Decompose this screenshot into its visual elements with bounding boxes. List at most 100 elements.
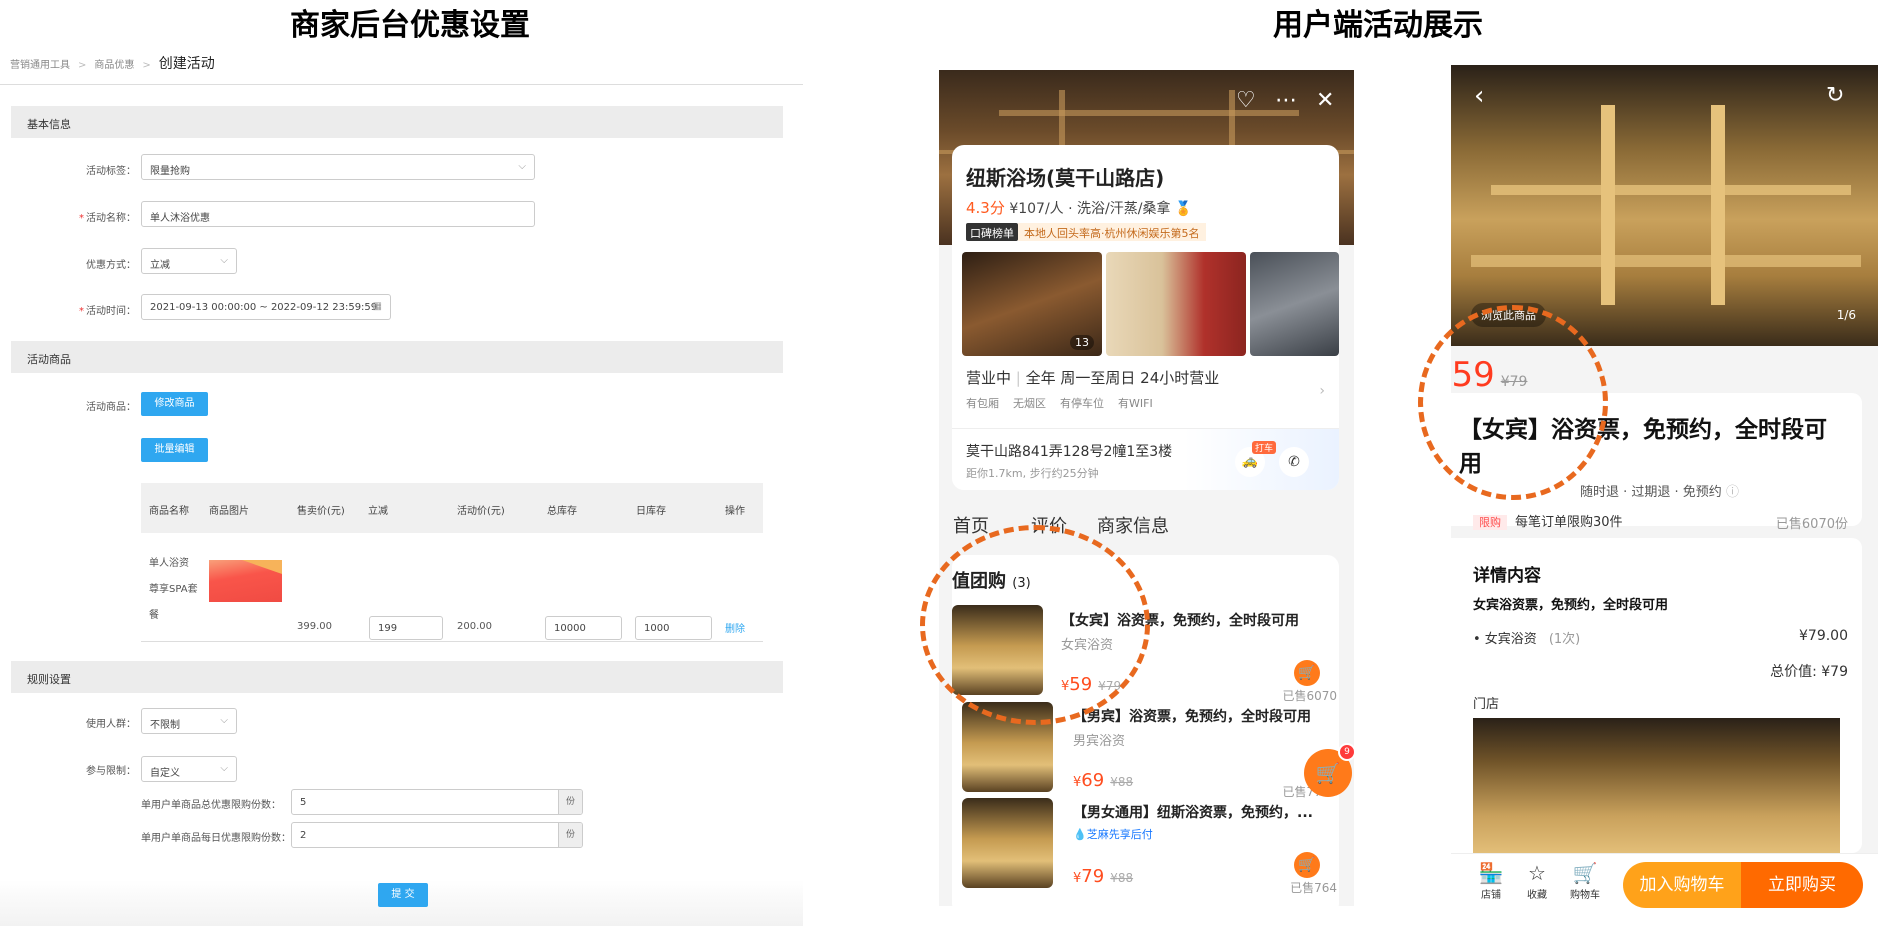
taxi-badge: 打车 xyxy=(1252,441,1277,454)
deal-price: ¥69 ¥88 xyxy=(1073,770,1134,791)
limit-select[interactable]: 自定义 ⌵ xyxy=(141,756,237,782)
audience-select[interactable]: 不限制 ⌵ xyxy=(141,708,237,734)
section-rules: 规则设置 xyxy=(11,661,783,693)
time-label: * 活动时间： xyxy=(79,306,136,317)
section-title: 基本信息 xyxy=(27,118,71,131)
calendar-icon: ▦ xyxy=(372,301,382,312)
unit-suffix: 份 xyxy=(558,823,582,847)
activity-time-range[interactable]: 2021-09-13 00:00:00 ~ 2022-09-12 23:59:5… xyxy=(141,294,391,320)
detail-total: 总价值: ¥79 xyxy=(1770,664,1848,680)
chevron-right-icon[interactable]: › xyxy=(1319,383,1325,399)
breadcrumb-item[interactable]: 商品优惠 xyxy=(94,60,134,71)
deal-image[interactable] xyxy=(962,798,1053,888)
rating-line: 4.3分 ¥107/人 · 洗浴/汗蒸/桑拿 🏅 xyxy=(966,199,1193,217)
table-header: 商品图片 xyxy=(209,506,249,517)
total-stock-input[interactable]: 10000 xyxy=(545,616,622,640)
store-photo[interactable] xyxy=(1106,252,1246,356)
section-basic-info: 基本信息 xyxy=(11,106,783,138)
table-header: 总库存 xyxy=(547,506,577,517)
table-header: 日库存 xyxy=(636,506,666,517)
deal-name[interactable]: 【男宾】浴资票，免预约，全时段可用 xyxy=(1073,706,1311,726)
detail-item-price: ¥79.00 xyxy=(1799,628,1848,644)
favorite-button[interactable]: ☆ 收藏 xyxy=(1517,860,1557,901)
breadcrumb-current: 创建活动 xyxy=(158,56,215,72)
breadcrumb: 营销通用工具 > 商品优惠 > 创建活动 xyxy=(10,56,215,72)
star-icon: ☆ xyxy=(1528,861,1546,885)
phone-icon[interactable]: ✆ xyxy=(1279,447,1309,477)
batch-edit-button[interactable]: 批量编辑 xyxy=(141,438,208,462)
deal-sold: 已售6070 xyxy=(1282,689,1337,703)
divider xyxy=(141,641,763,642)
tab-merchant-info[interactable]: 商家信息 xyxy=(1097,512,1169,538)
section-title: 规则设置 xyxy=(27,673,71,686)
chevron-down-icon: ⌵ xyxy=(518,161,526,172)
business-hours: 营业中 | 全年 周一至周日 24小时营业 xyxy=(966,369,1220,387)
name-label: * 活动名称： xyxy=(79,213,136,224)
add-cart-icon[interactable]: 🛒 xyxy=(1294,660,1320,686)
store-label: 门店 xyxy=(1473,697,1500,712)
buy-now-button[interactable]: 立即购买 xyxy=(1741,862,1863,908)
purchase-limit: 限购 每笔订单限购30件 xyxy=(1473,511,1623,530)
sale-price: 399.00 xyxy=(297,621,332,632)
chevron-down-icon: ⌵ xyxy=(220,763,228,774)
back-icon[interactable]: ‹ xyxy=(1474,81,1484,111)
more-icon[interactable]: ⋯ xyxy=(1275,88,1297,113)
daily-stock-input[interactable]: 1000 xyxy=(635,616,712,640)
activity-name-input[interactable]: 单人沐浴优惠 xyxy=(141,201,535,227)
total-limit-input[interactable]: 5份 xyxy=(291,789,583,815)
product-table-header: 商品名称 商品图片 售卖价(元) 立减 活动价(元) 总库存 日库存 操作 xyxy=(141,483,763,533)
audience-label: 使用人群： xyxy=(86,719,136,730)
highlight-circle xyxy=(920,525,1150,725)
discount-label: 优惠方式： xyxy=(86,260,136,271)
total-limit-label: 单用户单商品总优惠限购份数： xyxy=(141,800,281,811)
store-photo[interactable] xyxy=(1250,252,1339,356)
address-box[interactable]: 莫干山路841弄128号2幢1至3楼 距你1.7km, 步行约25分钟 🚕 打车… xyxy=(952,428,1339,490)
cart-icon: 🛒 xyxy=(1572,861,1598,885)
table-header: 活动价(元) xyxy=(457,506,505,517)
breadcrumb-item[interactable]: 营销通用工具 xyxy=(10,60,70,71)
highlight-circle xyxy=(1418,305,1608,500)
bottom-action-bar: 🏪 店铺 ☆ 收藏 🛒 购物车 加入购物车 立即购买 xyxy=(1451,853,1878,916)
submit-button[interactable]: 提 交 xyxy=(378,883,428,907)
store-image[interactable] xyxy=(1473,718,1840,858)
deal-tags: 随时退 · 过期退 · 免预约 ⓘ xyxy=(1580,485,1739,500)
tag-label: 活动标签： xyxy=(86,166,136,177)
daily-limit-input[interactable]: 2份 xyxy=(291,822,583,848)
sold-count: 已售6070份 xyxy=(1775,517,1848,532)
deal-name[interactable]: 【男女通用】纽斯浴资票，免预约，... xyxy=(1073,802,1313,822)
deal-sold: 已售764 xyxy=(1290,881,1337,895)
activity-price: 200.00 xyxy=(457,621,492,632)
unit-suffix: 份 xyxy=(558,790,582,814)
discount-type-select[interactable]: 立减 ⌵ xyxy=(141,248,237,274)
table-header: 立减 xyxy=(368,506,388,517)
cart-fab[interactable]: 🛒 9 xyxy=(1304,743,1354,797)
deal-price: ¥79 ¥88 xyxy=(1073,866,1134,887)
product-image xyxy=(209,560,282,602)
favorite-icon[interactable]: ♡ xyxy=(1236,88,1256,113)
add-to-cart-button[interactable]: 加入购物车 xyxy=(1623,862,1741,908)
tab-home[interactable]: 首页 xyxy=(953,512,989,538)
reduce-input[interactable]: 199 xyxy=(369,616,443,640)
detail-title: 详情内容 xyxy=(1473,566,1541,586)
divider xyxy=(0,84,803,85)
limit-label: 参与限制： xyxy=(86,766,136,777)
user-heading: 用户端活动展示 xyxy=(1273,8,1483,43)
rank-badge[interactable]: 口碑榜单 本地人回头率高·杭州休闲娱乐第5名 xyxy=(966,223,1206,241)
add-cart-icon[interactable]: 🛒 xyxy=(1294,852,1320,878)
share-icon[interactable]: ↻ xyxy=(1826,83,1844,108)
close-icon[interactable]: ✕ xyxy=(1316,88,1334,113)
edit-products-button[interactable]: 修改商品 xyxy=(141,392,208,416)
deal-subtitle: 男宾浴资 xyxy=(1073,734,1126,749)
shop-icon: 🏪 xyxy=(1478,861,1504,885)
store-info-card: 纽斯浴场(莫干山路店) 4.3分 ¥107/人 · 洗浴/汗蒸/桑拿 🏅 口碑榜… xyxy=(952,145,1339,490)
cart-button[interactable]: 🛒 购物车 xyxy=(1565,860,1605,901)
activity-tag-select[interactable]: 限量抢购 ⌵ xyxy=(141,154,535,180)
store-photo[interactable]: 13 xyxy=(962,252,1102,356)
section-title: 活动商品 xyxy=(27,353,71,366)
shop-button[interactable]: 🏪 店铺 xyxy=(1471,860,1511,901)
table-header: 操作 xyxy=(725,506,745,517)
delete-link[interactable]: 删除 xyxy=(725,620,745,635)
chevron-down-icon: ⌵ xyxy=(220,255,228,266)
medal-icon: 🏅 xyxy=(1174,201,1193,217)
store-name: 纽斯浴场(莫干山路店) xyxy=(966,166,1165,190)
